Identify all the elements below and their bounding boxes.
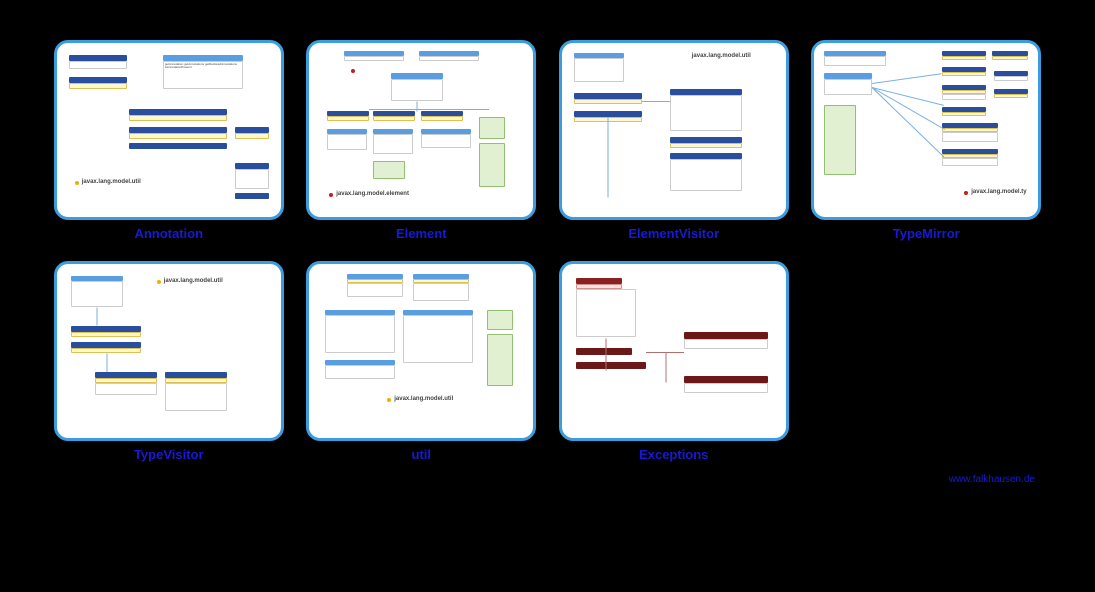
pkg-label: javax.lang.model.element xyxy=(336,191,409,197)
thumbnail-exceptions[interactable] xyxy=(559,261,789,441)
card-typemirror[interactable]: javax.lang.model.ty TypeMirror xyxy=(808,40,1046,241)
diagram-grid: getAnnotation getAnnotations getDeclared… xyxy=(50,40,1045,462)
card-util[interactable]: javax.lang.model.util util xyxy=(303,261,541,462)
caption-elementvisitor: ElementVisitor xyxy=(628,226,719,241)
thumbnail-typevisitor[interactable]: javax.lang.model.util xyxy=(54,261,284,441)
card-annotation[interactable]: getAnnotation getAnnotations getDeclared… xyxy=(50,40,288,241)
card-exceptions[interactable]: Exceptions xyxy=(555,261,793,462)
caption-exceptions: Exceptions xyxy=(639,447,708,462)
card-element[interactable]: javax.lang.model.element Element xyxy=(303,40,541,241)
thumbnail-elementvisitor[interactable]: javax.lang.model.util xyxy=(559,40,789,220)
pkg-label: javax.lang.model.util xyxy=(82,179,141,185)
caption-typevisitor: TypeVisitor xyxy=(134,447,204,462)
thumbnail-typemirror[interactable]: javax.lang.model.ty xyxy=(811,40,1041,220)
pkg-label: javax.lang.model.ty xyxy=(971,189,1026,195)
pkg-label: javax.lang.model.util xyxy=(394,396,453,402)
caption-util: util xyxy=(412,447,432,462)
pkg-label: javax.lang.model.util xyxy=(164,278,223,284)
footer-link[interactable]: www.falkhausen.de xyxy=(50,474,1045,485)
card-elementvisitor[interactable]: javax.lang.model.util ElementVisitor xyxy=(555,40,793,241)
caption-element: Element xyxy=(396,226,447,241)
pkg-label: javax.lang.model.util xyxy=(692,53,751,59)
thumbnail-annotation[interactable]: getAnnotation getAnnotations getDeclared… xyxy=(54,40,284,220)
thumbnail-element[interactable]: javax.lang.model.element xyxy=(306,40,536,220)
thumbnail-util[interactable]: javax.lang.model.util xyxy=(306,261,536,441)
caption-annotation: Annotation xyxy=(134,226,203,241)
caption-typemirror: TypeMirror xyxy=(893,226,960,241)
card-typevisitor[interactable]: javax.lang.model.util TypeVisitor xyxy=(50,261,288,462)
